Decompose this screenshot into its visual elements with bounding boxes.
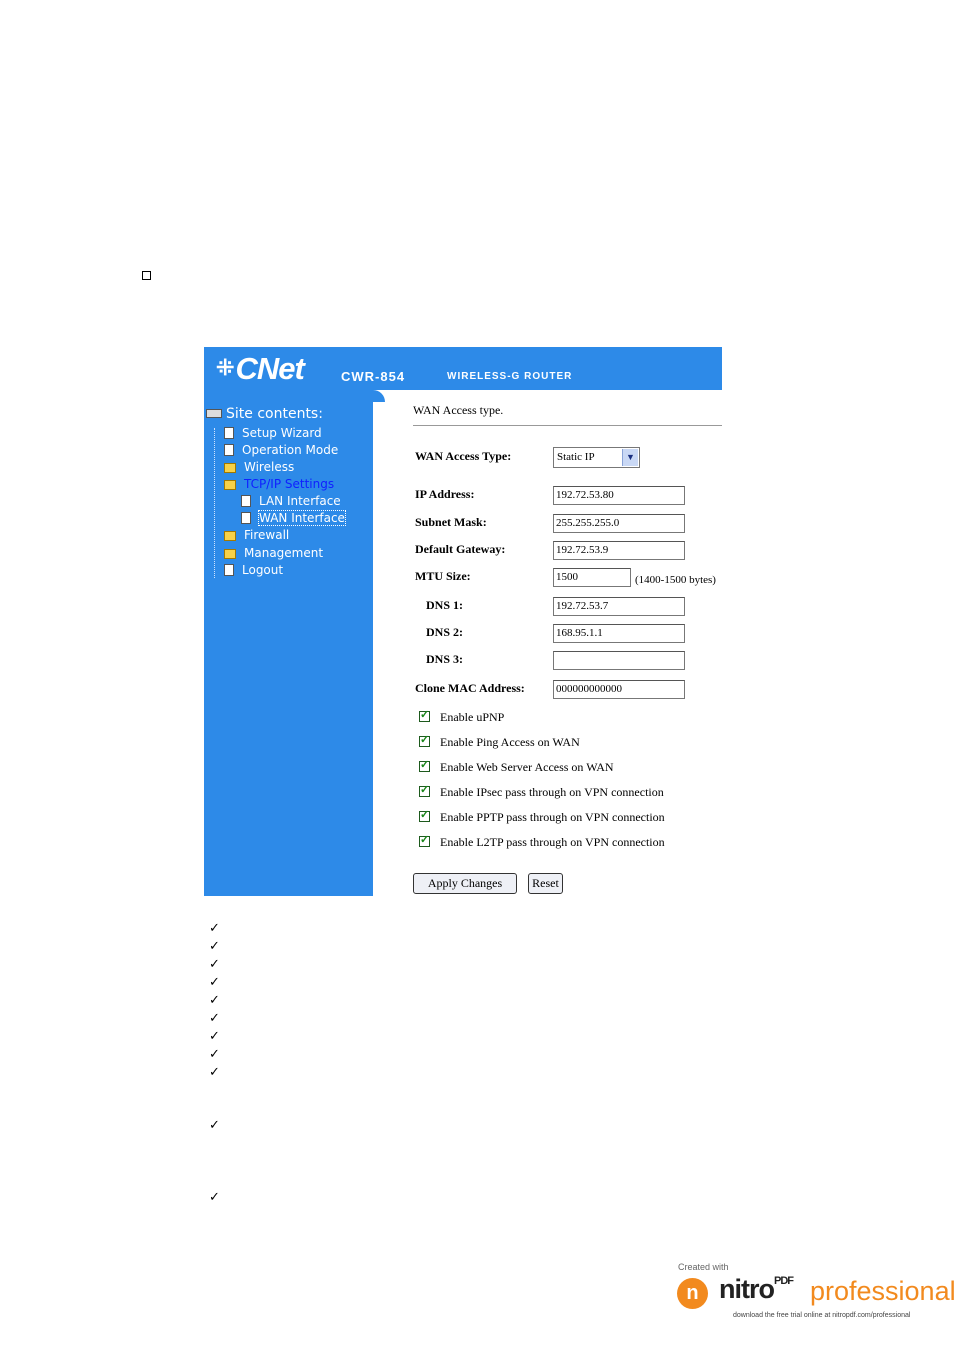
- sidebar-item-wan-interface[interactable]: WAN Interface: [241, 510, 346, 527]
- computer-icon: [206, 409, 222, 418]
- header-banner: ⁜CNet CWR-854 WIRELESS-G ROUTER: [204, 347, 722, 390]
- sidebar-item-setup-wizard[interactable]: Setup Wizard: [224, 425, 322, 442]
- checkbox-l2tp-row[interactable]: Enable L2TP pass through on VPN connecti…: [419, 833, 665, 850]
- subnet-mask-label: Subnet Mask:: [415, 515, 487, 529]
- document-icon: [241, 512, 251, 524]
- sidebar-item-wireless[interactable]: Wireless: [224, 459, 294, 476]
- checkmark-icon: ✓: [209, 1190, 220, 1205]
- sidebar-item-tcpip-settings[interactable]: TCP/IP Settings: [224, 476, 334, 493]
- document-icon: [224, 564, 234, 576]
- checkbox-checked-icon[interactable]: [419, 708, 430, 722]
- nitro-brand: nitroPDF: [719, 1274, 794, 1304]
- cnet-logo: ⁜CNet: [216, 351, 305, 386]
- page-title: WAN Access type.: [413, 403, 504, 417]
- wan-access-type-label: WAN Access Type:: [415, 449, 512, 463]
- checkbox-checked-icon[interactable]: [419, 783, 430, 797]
- dns3-input[interactable]: [553, 651, 685, 670]
- site-contents-root: Site contents:: [206, 406, 323, 422]
- nitro-tagline: download the free trial online at nitrop…: [733, 1312, 911, 1319]
- apply-changes-button[interactable]: Apply Changes: [413, 873, 517, 894]
- reset-button[interactable]: Reset: [528, 873, 563, 894]
- checkmark-icon: ✓: [209, 975, 220, 990]
- model-name: CWR-854: [341, 369, 406, 384]
- dns1-input[interactable]: 192.72.53.7: [553, 597, 685, 616]
- checkmark-icon: ✓: [209, 957, 220, 972]
- dns2-input[interactable]: 168.95.1.1: [553, 624, 685, 643]
- sidebar-item-operation-mode[interactable]: Operation Mode: [224, 442, 338, 459]
- sidebar-item-logout[interactable]: Logout: [224, 562, 283, 579]
- document-icon: [224, 444, 234, 456]
- checkmark-icon: ✓: [209, 1011, 220, 1026]
- checkbox-ipsec-row[interactable]: Enable IPsec pass through on VPN connect…: [419, 783, 664, 800]
- nitro-logo-icon: n: [677, 1278, 708, 1309]
- router-config-screenshot: ⁜CNet CWR-854 WIRELESS-G ROUTER Site con…: [204, 347, 722, 896]
- product-name: WIRELESS-G ROUTER: [447, 371, 573, 382]
- dns3-label: DNS 3:: [426, 652, 464, 666]
- checkbox-web-server-row[interactable]: Enable Web Server Access on WAN: [419, 758, 614, 775]
- checkmark-icon: ✓: [209, 939, 220, 954]
- checkbox-upnp-row[interactable]: Enable uPNP: [419, 708, 504, 725]
- nitro-pdf-watermark: Created with n nitroPDF professional dow…: [677, 1262, 954, 1326]
- mtu-size-label: MTU Size:: [415, 569, 471, 583]
- wan-access-type-select[interactable]: Static IP ▼: [553, 447, 640, 468]
- checkbox-pptp-row[interactable]: Enable PPTP pass through on VPN connecti…: [419, 808, 665, 825]
- nitro-professional: professional: [810, 1276, 954, 1306]
- checkmark-icon: ✓: [209, 921, 220, 936]
- subnet-mask-input[interactable]: 255.255.255.0: [553, 514, 685, 533]
- chevron-down-icon[interactable]: ▼: [622, 449, 638, 466]
- folder-icon: [224, 463, 236, 473]
- mtu-range-hint: (1400-1500 bytes): [635, 574, 716, 586]
- divider: [413, 425, 722, 426]
- document-icon: [241, 495, 251, 507]
- checkmark-icon: ✓: [209, 1065, 220, 1080]
- folder-open-icon: [224, 480, 236, 490]
- dns2-label: DNS 2:: [426, 625, 464, 639]
- checkbox-ping-wan-row[interactable]: Enable Ping Access on WAN: [419, 733, 580, 750]
- sidebar-item-management[interactable]: Management: [224, 545, 323, 562]
- sidebar-item-lan-interface[interactable]: LAN Interface: [241, 493, 341, 510]
- gateway-label: Default Gateway:: [415, 542, 506, 556]
- ip-address-input[interactable]: 192.72.53.80: [553, 486, 685, 505]
- created-with-text: Created with: [678, 1262, 729, 1272]
- clone-mac-label: Clone MAC Address:: [415, 681, 525, 695]
- checkmark-icon: ✓: [209, 1029, 220, 1044]
- checkbox-checked-icon[interactable]: [419, 733, 430, 747]
- ip-address-label: IP Address:: [415, 487, 475, 501]
- checkmark-icon: ✓: [209, 993, 220, 1008]
- checkmark-icon: ✓: [209, 1047, 220, 1062]
- mtu-size-input[interactable]: 1500: [553, 568, 631, 587]
- logo-grid-icon: ⁜: [216, 355, 234, 380]
- checkbox-checked-icon[interactable]: [419, 758, 430, 772]
- folder-icon: [224, 531, 236, 541]
- gateway-input[interactable]: 192.72.53.9: [553, 541, 685, 560]
- square-bullet-icon: [142, 271, 151, 280]
- dns1-label: DNS 1:: [426, 598, 464, 612]
- folder-icon: [224, 549, 236, 559]
- checkbox-checked-icon[interactable]: [419, 808, 430, 822]
- site-contents-sidebar: Site contents: Setup Wizard Operation Mo…: [204, 390, 373, 896]
- checkbox-checked-icon[interactable]: [419, 833, 430, 847]
- sidebar-item-firewall[interactable]: Firewall: [224, 527, 289, 544]
- clone-mac-input[interactable]: 000000000000: [553, 680, 685, 699]
- document-icon: [224, 427, 234, 439]
- checkmark-icon: ✓: [209, 1118, 220, 1133]
